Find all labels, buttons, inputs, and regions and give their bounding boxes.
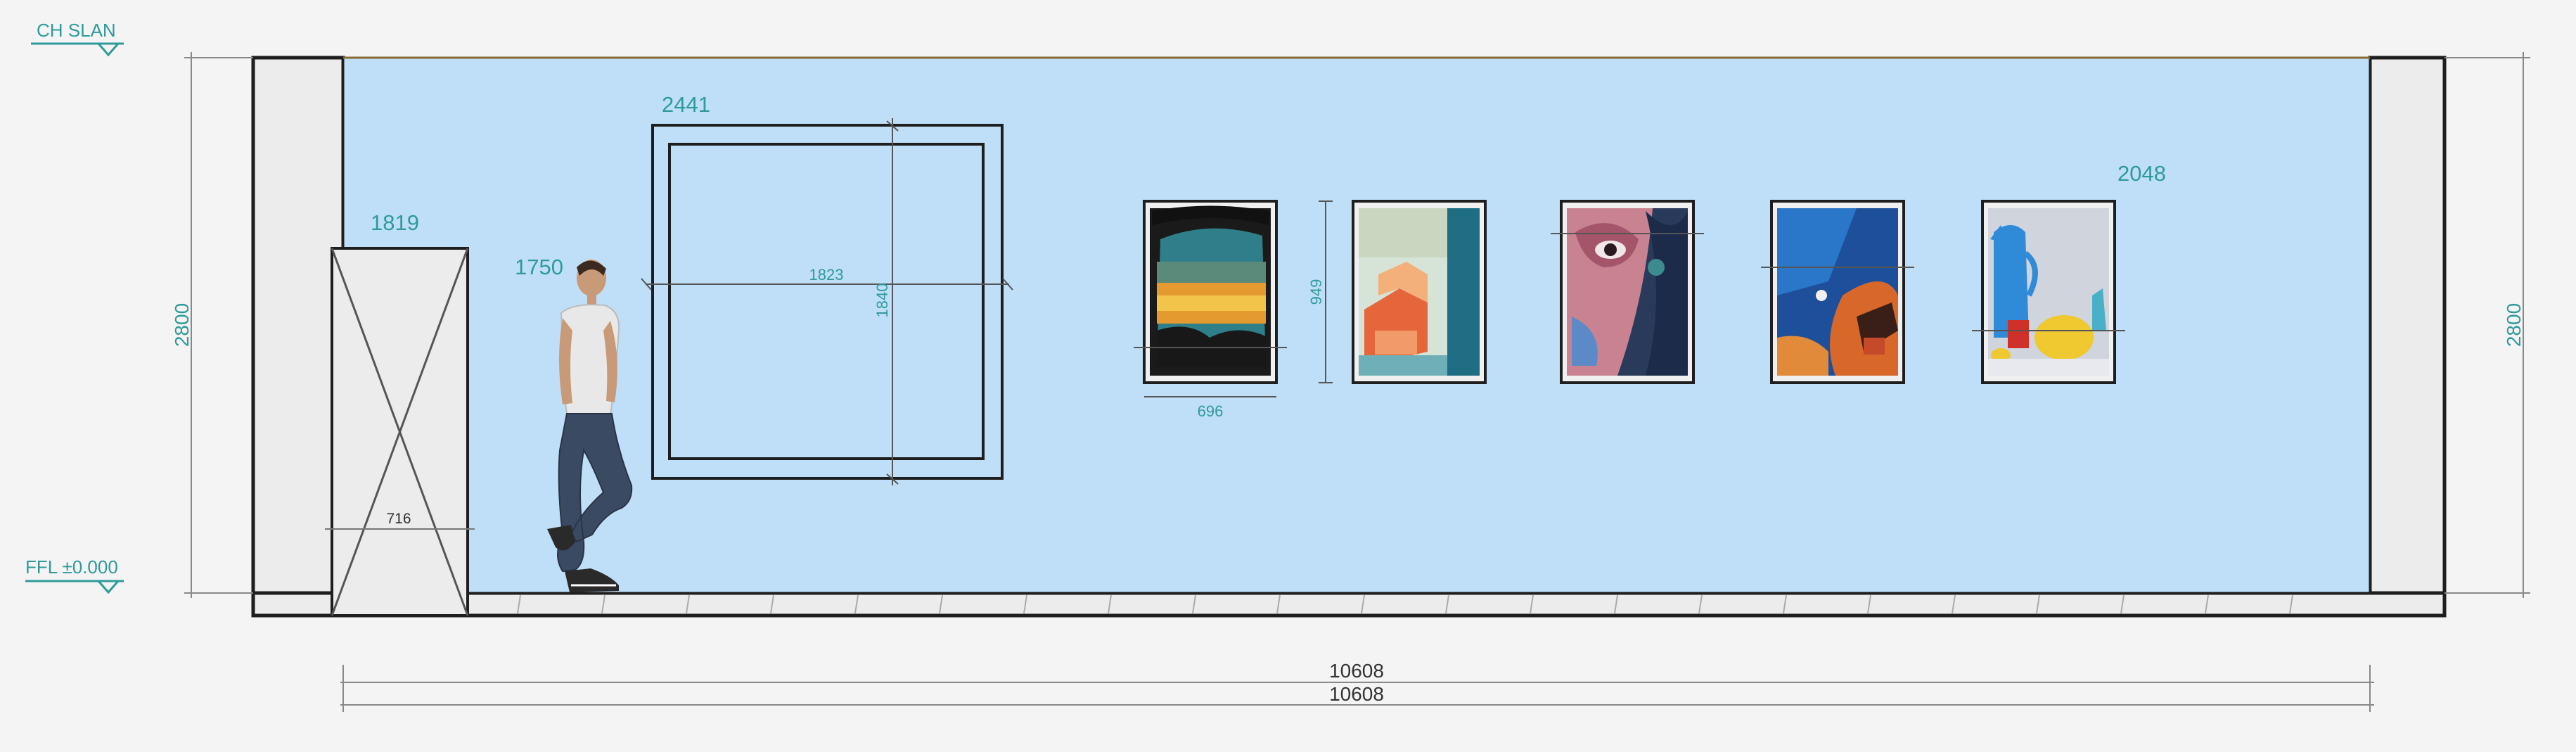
painting-architecture-abstract bbox=[1352, 200, 1487, 384]
right-side-wall bbox=[2368, 56, 2447, 618]
overall-length-label-2: 10608 bbox=[1329, 683, 1384, 705]
wall-height-left-label: 2800 bbox=[171, 303, 193, 347]
painting-abstract-figure bbox=[1770, 200, 1905, 384]
paintings-top-label: 2048 bbox=[2117, 161, 2166, 186]
door-height-label: 1819 bbox=[371, 210, 419, 235]
left-side-wall bbox=[251, 56, 345, 618]
painting-sunset-landscape bbox=[1143, 200, 1278, 384]
large-frame-height-label: 1840 bbox=[873, 283, 891, 318]
ceiling-level-marker bbox=[31, 42, 124, 57]
ceiling-level-label: CH SLAN bbox=[37, 20, 116, 41]
large-frame-width-label: 1823 bbox=[809, 266, 844, 283]
wall-height-right-label: 2800 bbox=[2503, 303, 2525, 347]
floor-level-marker bbox=[25, 580, 124, 594]
figure-height-label: 1750 bbox=[515, 255, 563, 279]
elevation-drawing: 716 1819 1750 1823 1840 2441 696 949 204… bbox=[25, 20, 2530, 712]
floor-slab bbox=[251, 591, 2447, 618]
painting-still-life-teapot bbox=[1981, 200, 2116, 384]
painting-width-label: 696 bbox=[1198, 402, 1224, 420]
overall-length-label-1: 10608 bbox=[1329, 660, 1384, 682]
door-opening bbox=[325, 247, 475, 617]
large-frame-top-label: 2441 bbox=[662, 92, 710, 117]
painting-face-portrait bbox=[1560, 200, 1695, 384]
door-width-label: 716 bbox=[386, 511, 411, 527]
painting-height-label: 949 bbox=[1307, 279, 1325, 305]
floor-level-label: FFL ±0.000 bbox=[25, 556, 118, 578]
